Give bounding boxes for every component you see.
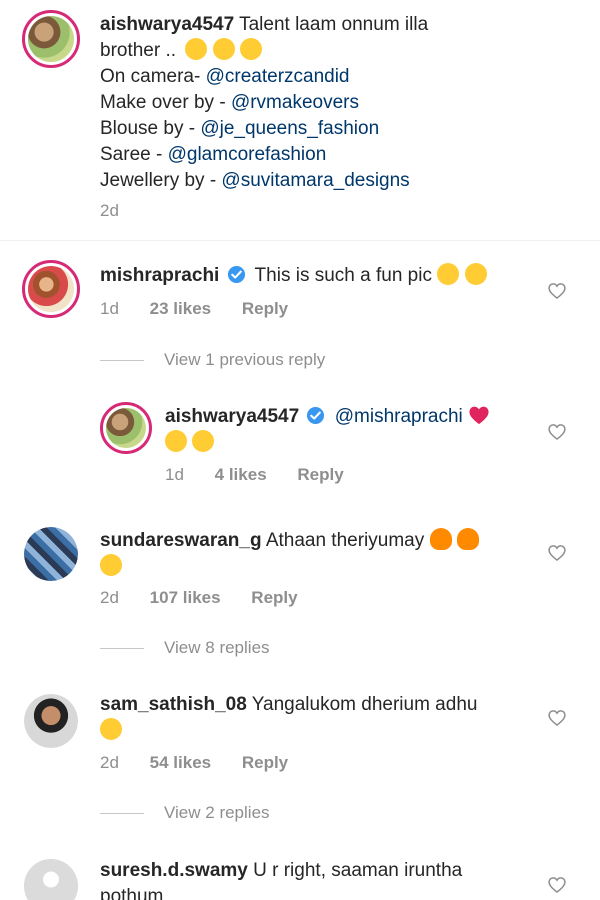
comment-likes[interactable]: 107 likes: [150, 588, 221, 607]
red-heart-icon: [469, 406, 489, 425]
heart-eyes-face-icon: [165, 430, 187, 452]
comment-text-line: mishraprachi This is such a fun pic: [100, 263, 487, 289]
comment-time: 1d: [165, 465, 184, 484]
comment-text-line: [100, 554, 122, 580]
fire-icon: [429, 528, 452, 550]
caption-line-1: aishwarya4547 Talent laam onnum illa: [100, 12, 428, 38]
comment-text-line: [100, 718, 122, 744]
reply-button[interactable]: Reply: [242, 299, 288, 318]
comment-username[interactable]: sam_sathish_08: [100, 694, 247, 715]
comment-text: Yangalukom dherium adhu: [251, 694, 478, 715]
mention-link[interactable]: @glamcorefashion: [168, 144, 327, 165]
comment-text-line: pothum: [100, 884, 163, 900]
comment-time: 2d: [100, 588, 119, 607]
comment-meta: 2d 54 likes Reply: [100, 753, 288, 773]
comment-text: pothum: [100, 886, 164, 900]
commenter-avatar[interactable]: [24, 527, 78, 581]
comment-text-line: aishwarya4547 @mishraprachi: [165, 404, 490, 430]
reply-item: aishwarya4547 @mishraprachi 1d 4 likes R…: [0, 395, 600, 495]
caption-username[interactable]: aishwarya4547: [100, 14, 234, 35]
credit-line: Saree - @glamcorefashion: [100, 142, 326, 168]
verified-badge-icon: [227, 265, 245, 284]
like-heart-icon[interactable]: [547, 708, 567, 728]
comment-text-line: sam_sathish_08 Yangalukom dherium adhu: [100, 692, 477, 718]
reply-button[interactable]: Reply: [251, 588, 297, 607]
comment-username[interactable]: aishwarya4547: [165, 406, 299, 427]
credit-line: On camera- @createrzcandid: [100, 64, 350, 90]
caption-text-2: brother ..: [100, 40, 177, 61]
caption-line-2: brother ..: [100, 38, 262, 64]
credit-line: Jewellery by - @suvitamara_designs: [100, 168, 410, 194]
caption-text-1: Talent laam onnum illa: [239, 14, 429, 35]
comment-meta: 1d 4 likes Reply: [165, 465, 344, 485]
credit-line: Make over by - @rvmakeovers: [100, 90, 359, 116]
mention-link[interactable]: @rvmakeovers: [231, 92, 359, 113]
credit-label: Make over by -: [100, 92, 231, 113]
comment-text-line: [165, 430, 215, 456]
view-replies-button[interactable]: View 1 previous reply: [100, 350, 325, 370]
comment-likes[interactable]: 4 likes: [215, 465, 267, 484]
frowning-face-icon: [239, 38, 262, 60]
comment-item: mishraprachi This is such a fun pic 1d 2…: [0, 250, 600, 340]
reply-thread-rule: [100, 813, 144, 815]
reply-button[interactable]: Reply: [242, 753, 288, 772]
verified-badge-icon: [307, 406, 325, 425]
commenter-avatar[interactable]: [24, 859, 78, 900]
credit-line: Blouse by - @je_queens_fashion: [100, 116, 379, 142]
comment-text-line: suresh.d.swamy U r right, saaman iruntha: [100, 858, 462, 884]
view-replies-label: View 2 replies: [164, 803, 270, 822]
view-replies-label: View 8 replies: [164, 638, 270, 657]
commenter-avatar[interactable]: [22, 260, 80, 318]
comment-item: sam_sathish_08 Yangalukom dherium adhu 2…: [0, 680, 600, 780]
like-heart-icon[interactable]: [547, 281, 567, 301]
heart-eyes-face-icon: [192, 430, 215, 452]
view-replies-label: View 1 previous reply: [164, 350, 326, 369]
mention-link[interactable]: @suvitamara_designs: [221, 170, 409, 191]
divider: [0, 240, 600, 241]
comment-text: U r right, saaman iruntha: [253, 860, 463, 881]
commenter-avatar[interactable]: [100, 402, 152, 454]
credit-label: On camera-: [100, 66, 206, 87]
reply-thread-rule: [100, 360, 144, 362]
like-heart-icon[interactable]: [547, 422, 567, 442]
view-replies-button[interactable]: View 8 replies: [100, 638, 270, 658]
reply-thread-rule: [100, 648, 144, 650]
mention-link[interactable]: @je_queens_fashion: [200, 118, 379, 139]
caption-time: 2d: [100, 201, 119, 220]
credit-label: Jewellery by -: [100, 170, 222, 191]
reply-button[interactable]: Reply: [297, 465, 343, 484]
caption-author-avatar[interactable]: [22, 10, 80, 68]
commenter-avatar[interactable]: [24, 694, 78, 748]
comment-item: suresh.d.swamy U r right, saaman iruntha…: [0, 845, 600, 900]
face-with-tears-of-joy-icon: [100, 718, 122, 740]
mention-link[interactable]: @createrzcandid: [206, 66, 350, 87]
comment-text: Athaan theriyumay: [265, 530, 425, 551]
credit-label: Saree -: [100, 144, 168, 165]
face-blowing-kiss-icon: [464, 263, 487, 285]
sad-but-relieved-face-icon: [100, 554, 122, 576]
comment-username[interactable]: sundareswaran_g: [100, 530, 262, 551]
fire-icon: [456, 528, 479, 550]
frowning-face-icon: [212, 38, 235, 60]
comment-username[interactable]: suresh.d.swamy: [100, 860, 248, 881]
comment-text-line: sundareswaran_g Athaan theriyumay: [100, 528, 479, 554]
comment-time: 1d: [100, 299, 119, 318]
like-heart-icon[interactable]: [547, 543, 567, 563]
comment-item: sundareswaran_g Athaan theriyumay 2d 107…: [0, 515, 600, 615]
comment-time: 2d: [100, 753, 119, 772]
comment-likes[interactable]: 54 likes: [150, 753, 211, 772]
comment-likes[interactable]: 23 likes: [150, 299, 211, 318]
caption-block: aishwarya4547 Talent laam onnum illa bro…: [0, 0, 600, 240]
mention-link[interactable]: @mishraprachi: [335, 406, 463, 427]
comment-text: This is such a fun pic: [254, 265, 432, 286]
view-replies-button[interactable]: View 2 replies: [100, 803, 270, 823]
comment-meta: 2d 107 likes Reply: [100, 588, 298, 608]
comment-meta: 1d 23 likes Reply: [100, 299, 288, 319]
credit-label: Blouse by -: [100, 118, 201, 139]
like-heart-icon[interactable]: [547, 875, 567, 895]
frowning-face-icon: [185, 38, 208, 60]
star-struck-icon: [437, 263, 460, 285]
comment-username[interactable]: mishraprachi: [100, 265, 219, 286]
